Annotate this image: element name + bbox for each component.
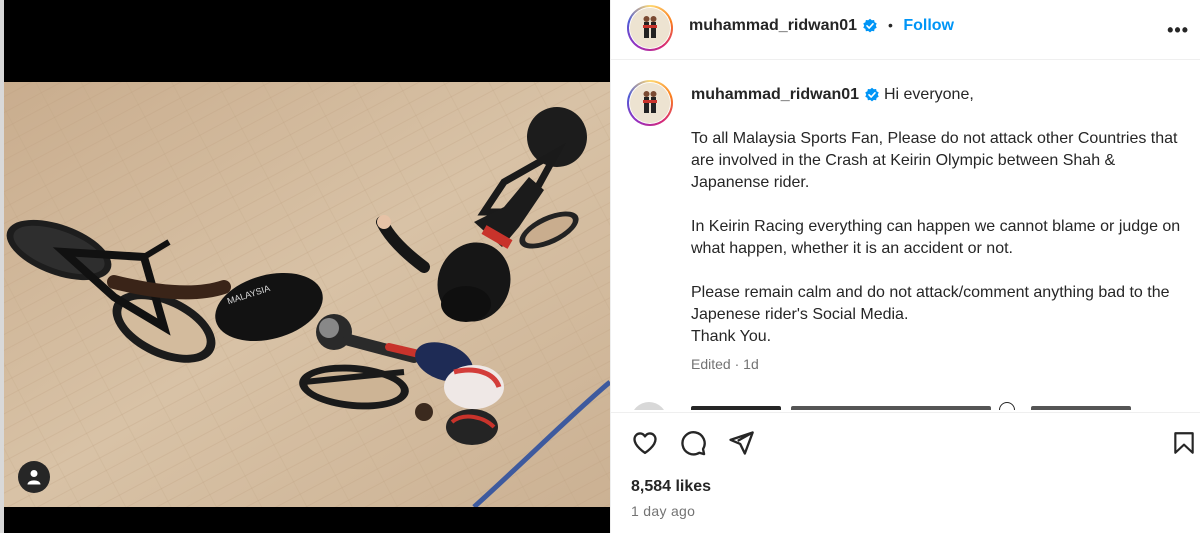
- caption-paragraph: To all Malaysia Sports Fan, Please do no…: [691, 130, 1178, 191]
- bookmark-icon[interactable]: [1171, 429, 1197, 457]
- post-side-panel: muhammad_ridwan01 • Follow ••• muhammad_…: [610, 0, 1200, 533]
- follow-button[interactable]: Follow: [903, 17, 954, 34]
- verified-badge-icon: [864, 87, 879, 102]
- action-bar: [611, 412, 1200, 472]
- header-username[interactable]: muhammad_ridwan01: [689, 17, 857, 34]
- heart-icon[interactable]: [631, 429, 659, 457]
- caption-paragraph: Please remain calm and do not attack/com…: [691, 284, 1170, 323]
- comment-row-partial: [631, 398, 1191, 410]
- comment-icon[interactable]: [679, 429, 707, 457]
- avatar-image: [630, 83, 670, 123]
- post-media[interactable]: MALAYSIA: [0, 0, 610, 533]
- more-options-button[interactable]: •••: [1167, 20, 1189, 41]
- caption-avatar[interactable]: [627, 80, 673, 126]
- instagram-post-view: MALAYSIA muhammad_ridwan01 • Follow ••• …: [0, 0, 1200, 533]
- header-separator: •: [887, 17, 893, 33]
- likes-count[interactable]: 8,584 likes: [631, 478, 711, 496]
- caption-age[interactable]: 1d: [743, 356, 759, 372]
- caption-greeting: Hi everyone,: [883, 86, 974, 103]
- edited-label: Edited: [691, 356, 731, 372]
- post-header: muhammad_ridwan01 • Follow •••: [611, 0, 1200, 60]
- post-timestamp[interactable]: 1 day ago: [631, 503, 695, 519]
- caption-username[interactable]: muhammad_ridwan01: [691, 86, 859, 103]
- caption-closing: Thank You.: [691, 328, 772, 345]
- caption-meta: Edited · 1d: [691, 356, 759, 372]
- verified-badge-icon: [862, 18, 877, 33]
- header-avatar[interactable]: [627, 5, 673, 51]
- tagged-users-button[interactable]: [18, 461, 50, 493]
- caption-paragraph: In Keirin Racing everything can happen w…: [691, 218, 1181, 257]
- meta-dot: ·: [734, 356, 740, 372]
- post-caption: muhammad_ridwan01 Hi everyone, To all Ma…: [691, 84, 1181, 370]
- send-icon[interactable]: [727, 429, 755, 457]
- post-photo[interactable]: MALAYSIA: [4, 82, 610, 507]
- user-tag-icon: [27, 470, 41, 485]
- keirin-crash-photo: MALAYSIA: [4, 82, 610, 507]
- avatar-image: [630, 8, 670, 48]
